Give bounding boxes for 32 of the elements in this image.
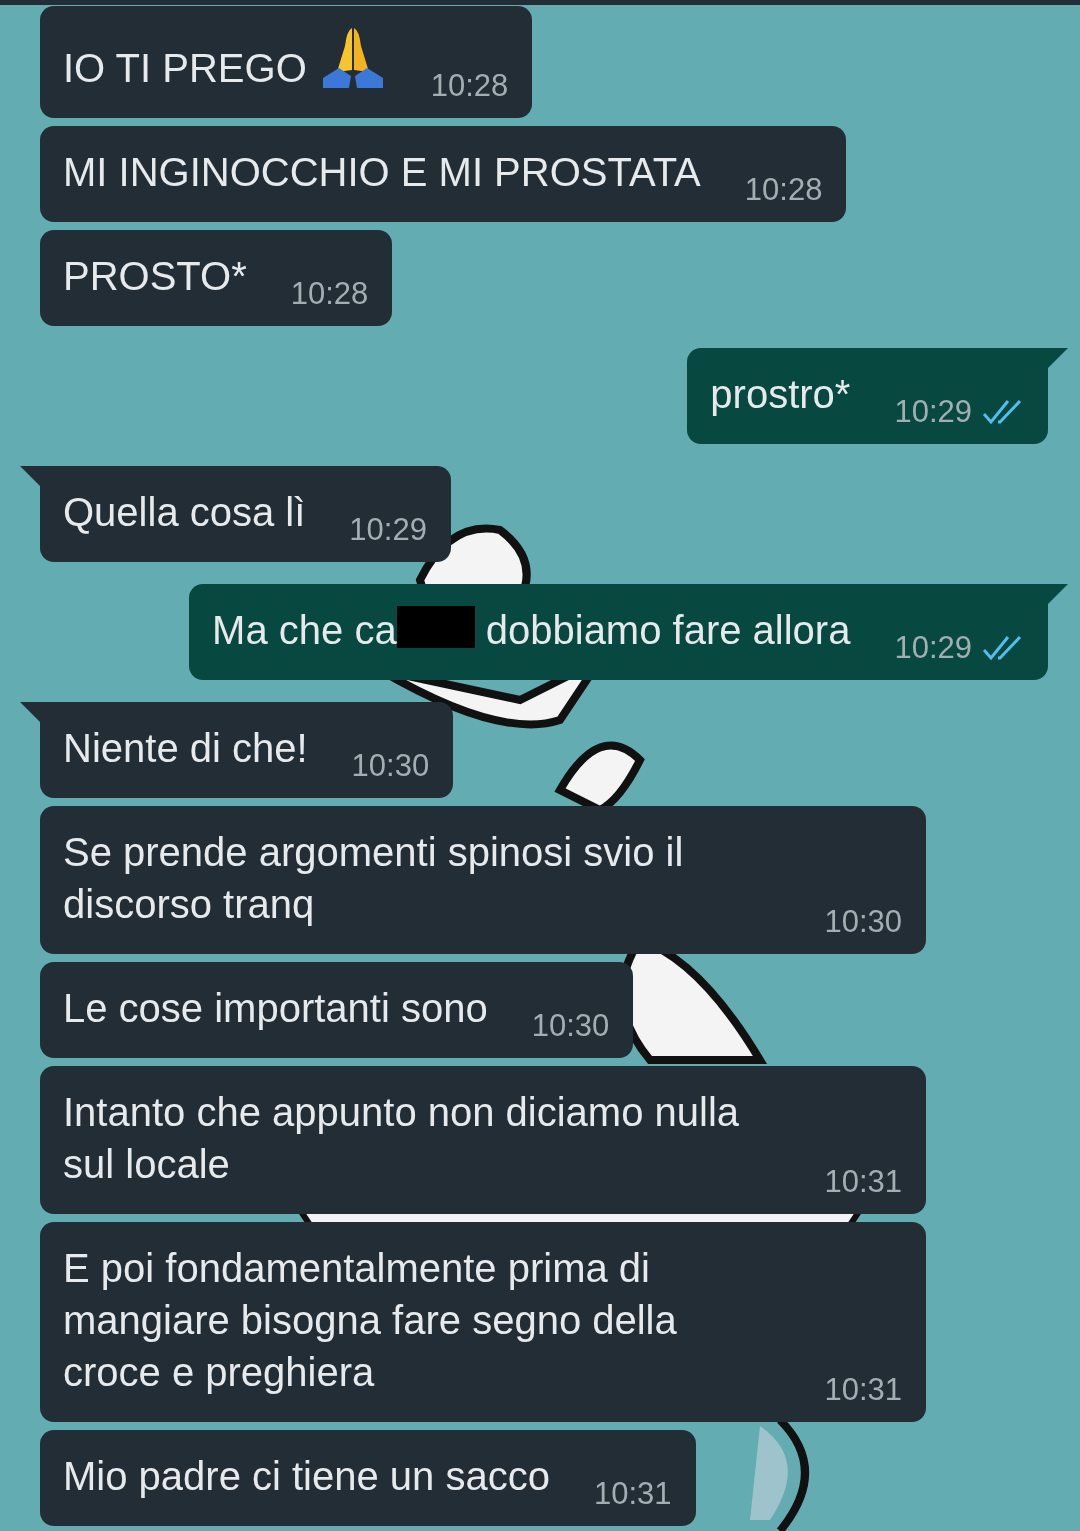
message-time: 10:31 xyxy=(824,1372,902,1408)
message-text: Mio padre ci tiene un sacco xyxy=(63,1453,550,1500)
message-text: Le cose importanti sono xyxy=(63,985,488,1032)
message-time: 10:29 xyxy=(349,512,427,548)
message-time: 10:30 xyxy=(824,904,902,940)
message-time: 10:28 xyxy=(744,172,823,208)
message-time: 10:29 xyxy=(894,394,972,430)
incoming-message-bubble[interactable]: IO TI PREGO 10:28 xyxy=(40,6,533,118)
message-text: Niente di che! xyxy=(63,725,308,772)
message-text: Se prende argomenti spinosi svio il discorso tranq xyxy=(63,829,685,928)
message-time: 10:30 xyxy=(351,748,430,784)
message-text: PROSTO* xyxy=(63,253,247,300)
incoming-message-bubble[interactable]: Mio padre ci tiene un sacco 10:31 xyxy=(40,1430,696,1526)
message-text: Intanto che appunto non diciamo nulla sul locale xyxy=(63,1089,741,1188)
message-text: E poi fondamentalmente prima di mangiare bisogna fare segno della croce e preghiera xyxy=(63,1245,678,1396)
incoming-message-bubble[interactable]: PROSTO* 10:28 xyxy=(40,230,393,326)
message-time: 10:29 xyxy=(894,630,972,666)
incoming-message-bubble[interactable]: Le cose importanti sono 10:30 xyxy=(40,962,634,1058)
incoming-message-bubble[interactable]: E poi fondamentalmente prima di mangiare bisogna fare segno della croce e preghiera 10:31 xyxy=(40,1222,926,1422)
message-time: 10:31 xyxy=(593,1476,672,1512)
message-time: 10:28 xyxy=(290,276,369,312)
incoming-message-bubble[interactable]: Intanto che appunto non diciamo nulla sul locale 10:31 xyxy=(40,1066,926,1214)
message-text: Quella cosa lì xyxy=(63,489,306,536)
message-text: prostro* xyxy=(710,371,851,418)
message-time: 10:28 xyxy=(430,68,509,104)
message-time: 10:31 xyxy=(824,1164,902,1200)
message-time: 10:30 xyxy=(531,1008,610,1044)
message-text: MI INGINOCCHIO E MI PROSTATA xyxy=(63,149,701,196)
incoming-message-bubble[interactable]: MI INGINOCCHIO E MI PROSTATA 10:28 xyxy=(40,126,847,222)
incoming-message-bubble[interactable]: Se prende argomenti spinosi svio il discorso tranq 10:30 xyxy=(40,806,926,954)
message-text: Ma che ca dobbiamo fare allora xyxy=(212,605,851,654)
message-text: IO TI PREGO xyxy=(63,26,387,94)
